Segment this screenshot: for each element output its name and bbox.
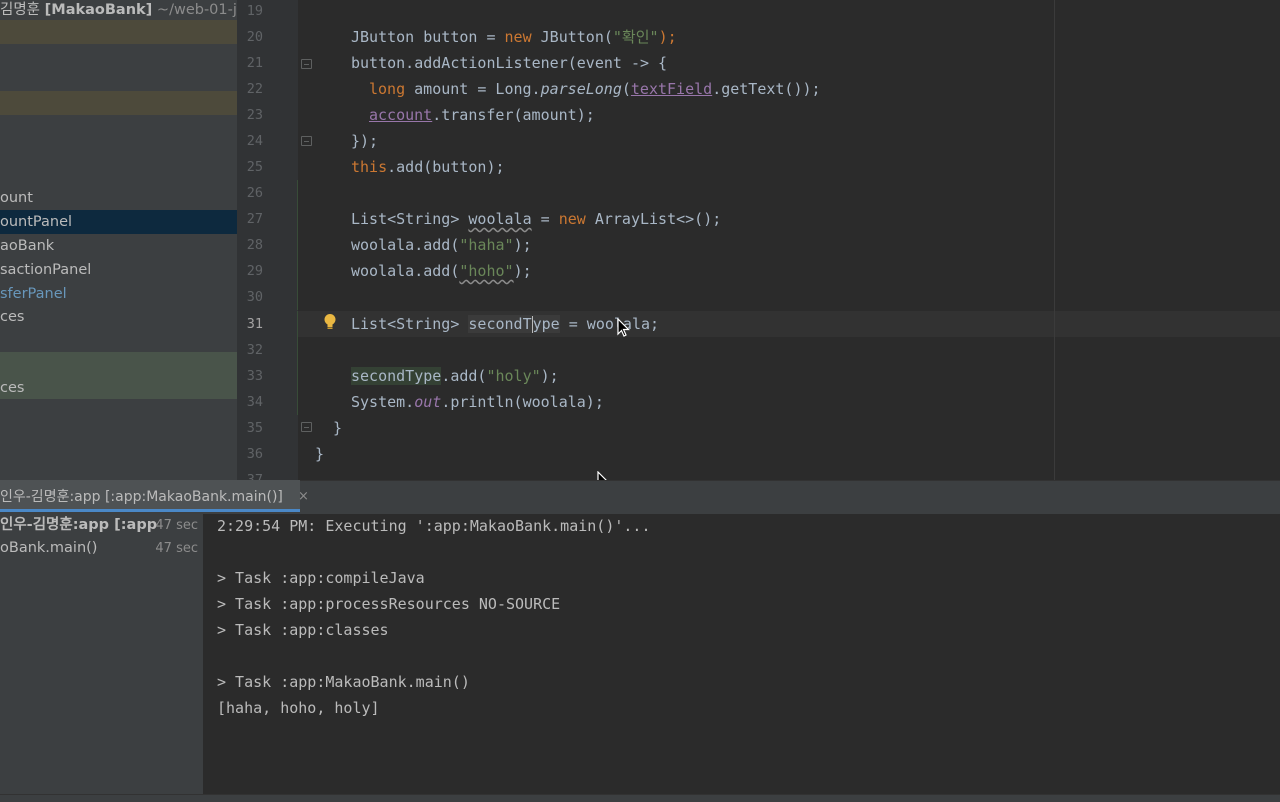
line-number: 22 — [246, 81, 263, 97]
line-number: 21 — [246, 55, 263, 71]
project-panel: 김명훈 [MakaoBank] ~/web-01-ja ount ountPan… — [0, 0, 237, 480]
code-line-21[interactable]: button.addActionListener(event -> { — [351, 50, 667, 76]
tree-row-highlight — [0, 91, 237, 115]
line-number: 36 — [246, 446, 263, 462]
console-line: > Task :app:compileJava — [217, 569, 425, 587]
project-title-project: [MakaoBank] — [44, 2, 153, 18]
run-tab[interactable]: 인우-김명훈:app [:app:MakaoBank.main()] × — [0, 480, 309, 510]
tree-item-resources-test[interactable]: ces — [0, 376, 24, 400]
project-title-name: 김명훈 — [0, 2, 41, 18]
run-tree-time: 47 sec — [155, 518, 198, 533]
tree-item-transaction-panel[interactable]: sactionPanel — [0, 258, 91, 282]
line-number: 30 — [246, 289, 263, 305]
code-line-27[interactable]: List<String> woolala = new ArrayList<>()… — [351, 206, 721, 232]
line-number: 20 — [246, 29, 263, 45]
tree-item-resources[interactable]: ces — [0, 305, 24, 329]
fold-collapse-icon[interactable] — [301, 422, 312, 432]
tree-item-transfer-panel[interactable]: sferPanel — [0, 282, 67, 306]
fold-collapse-icon[interactable] — [301, 59, 312, 69]
line-number: 37 — [246, 472, 263, 480]
tree-row-highlight — [0, 20, 237, 44]
right-margin-guide — [1054, 0, 1055, 480]
code-line-20[interactable]: JButton button = new JButton("확인"); — [351, 24, 677, 50]
line-number: 26 — [246, 185, 263, 201]
line-number: 32 — [246, 342, 263, 358]
line-number-current: 31 — [246, 316, 263, 332]
run-tree-item-root[interactable]: 인우-김명훈:app [:app — [0, 514, 157, 537]
code-line-24[interactable]: }); — [351, 128, 378, 154]
code-line-35[interactable]: } — [333, 415, 342, 441]
line-number: 19 — [246, 3, 263, 19]
run-tree-item-task[interactable]: oBank.main() — [0, 537, 97, 560]
console-line: [haha, hoho, holy] — [217, 699, 380, 717]
tree-item-account-panel[interactable]: ountPanel — [0, 210, 72, 234]
console-line: > Task :app:classes — [217, 621, 389, 639]
line-number: 23 — [246, 107, 263, 123]
console-output[interactable] — [204, 514, 1280, 794]
code-line-28[interactable]: woolala.add("haha"); — [351, 232, 532, 258]
code-line-31[interactable]: List<String> secondType = woolala; — [351, 311, 659, 337]
line-number: 35 — [246, 420, 263, 436]
line-number: 25 — [246, 159, 263, 175]
code-line-33[interactable]: secondType.add("holy"); — [351, 363, 559, 389]
tree-item-account[interactable]: ount — [0, 186, 33, 210]
code-line-36[interactable]: } — [315, 441, 324, 467]
run-tree-time: 47 sec — [155, 541, 198, 556]
code-line-29[interactable]: woolala.add("hoho"); — [351, 258, 532, 284]
line-number: 34 — [246, 394, 263, 410]
project-title-path: ~/web-01-ja — [156, 2, 237, 18]
mouse-pointer-icon — [617, 318, 630, 337]
console-line: 2:29:54 PM: Executing ':app:MakaoBank.ma… — [217, 517, 651, 535]
project-title[interactable]: 김명훈 [MakaoBank] ~/web-01-ja — [0, 0, 237, 20]
console-line: > Task :app:processResources NO-SOURCE — [217, 595, 561, 613]
code-line-34[interactable]: System.out.println(woolala); — [351, 389, 604, 415]
tree-item-makaobank[interactable]: aoBank — [0, 234, 54, 258]
line-number: 27 — [246, 211, 263, 227]
tree-row-highlight — [0, 352, 237, 399]
line-number: 28 — [246, 237, 263, 253]
code-line-22[interactable]: long amount = Long.parseLong(textField.g… — [369, 76, 821, 102]
run-tab-underline — [0, 509, 300, 512]
console-line: > Task :app:MakaoBank.main() — [217, 673, 470, 691]
fold-collapse-icon[interactable] — [301, 136, 312, 146]
line-number: 29 — [246, 263, 263, 279]
code-line-25[interactable]: this.add(button); — [351, 154, 505, 180]
code-line-23[interactable]: account.transfer(amount); — [369, 102, 595, 128]
line-number: 33 — [246, 368, 263, 384]
line-number: 24 — [246, 133, 263, 149]
lightbulb-icon[interactable] — [323, 313, 337, 331]
